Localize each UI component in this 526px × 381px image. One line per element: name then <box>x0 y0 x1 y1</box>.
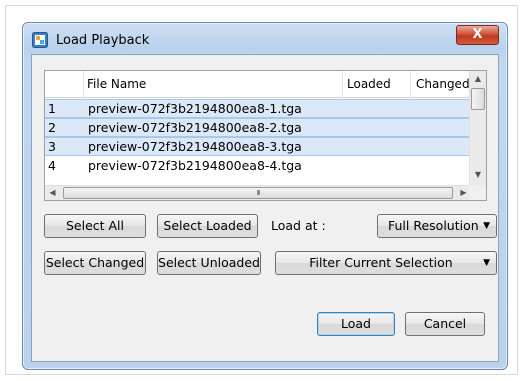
row-index: 4 <box>48 158 56 173</box>
column-header-loaded[interactable]: Loaded <box>347 71 391 97</box>
load-button[interactable]: Load <box>317 312 395 336</box>
chevron-down-icon: ▼ <box>483 221 490 231</box>
load-at-label: Load at : <box>271 218 326 233</box>
row-index: 2 <box>48 120 56 135</box>
row-file-name: preview-072f3b2194800ea8-4.tga <box>88 158 302 173</box>
column-header-file-name[interactable]: File Name <box>87 71 146 97</box>
table-row[interactable]: 2 preview-072f3b2194800ea8-2.tga <box>45 118 471 137</box>
scrollbar-corner <box>469 185 486 200</box>
playback-app-icon <box>32 32 48 48</box>
filter-value: Filter Current Selection <box>309 255 453 270</box>
chevron-down-icon: ▼ <box>483 258 490 268</box>
cancel-button[interactable]: Cancel <box>405 312 485 336</box>
horizontal-scroll-thumb[interactable]: III <box>63 187 453 199</box>
horizontal-scrollbar[interactable]: ◀ III ▶ <box>45 185 471 200</box>
dialog-client-area: File Name Loaded Changed 1 preview-072f3… <box>31 54 499 362</box>
scroll-down-icon[interactable]: ▼ <box>470 167 486 183</box>
dialog-title: Load Playback <box>56 33 150 48</box>
row-index: 3 <box>48 139 56 154</box>
vertical-scrollbar[interactable]: ▲ ▼ <box>469 71 486 185</box>
column-header-index[interactable] <box>45 71 83 97</box>
table-row[interactable]: 3 preview-072f3b2194800ea8-3.tga <box>45 137 471 156</box>
select-changed-button[interactable]: Select Changed <box>44 251 146 275</box>
row-file-name: preview-072f3b2194800ea8-1.tga <box>88 101 302 116</box>
resolution-dropdown[interactable]: Full Resolution ▼ <box>377 214 497 238</box>
resolution-value: Full Resolution <box>388 218 479 233</box>
file-table: File Name Loaded Changed 1 preview-072f3… <box>44 70 487 201</box>
vertical-scroll-thumb[interactable] <box>471 88 485 110</box>
table-row[interactable]: 4 preview-072f3b2194800ea8-4.tga <box>45 156 471 175</box>
row-file-name: preview-072f3b2194800ea8-3.tga <box>88 139 302 154</box>
table-row[interactable]: 1 preview-072f3b2194800ea8-1.tga <box>45 99 471 118</box>
filter-dropdown[interactable]: Filter Current Selection ▼ <box>275 251 497 275</box>
scroll-up-icon[interactable]: ▲ <box>470 71 486 87</box>
select-all-button[interactable]: Select All <box>44 214 146 238</box>
close-icon[interactable]: X <box>456 25 499 45</box>
title-bar[interactable]: Load Playback X <box>23 23 507 57</box>
row-index: 1 <box>48 101 56 116</box>
scroll-left-icon[interactable]: ◀ <box>45 186 60 200</box>
table-header: File Name Loaded Changed <box>45 71 471 98</box>
column-header-changed[interactable]: Changed <box>416 71 470 97</box>
select-loaded-button[interactable]: Select Loaded <box>157 214 258 238</box>
load-playback-dialog: Load Playback X File Name Loaded Changed… <box>22 22 508 370</box>
row-file-name: preview-072f3b2194800ea8-2.tga <box>88 120 302 135</box>
select-unloaded-button[interactable]: Select Unloaded <box>157 251 261 275</box>
